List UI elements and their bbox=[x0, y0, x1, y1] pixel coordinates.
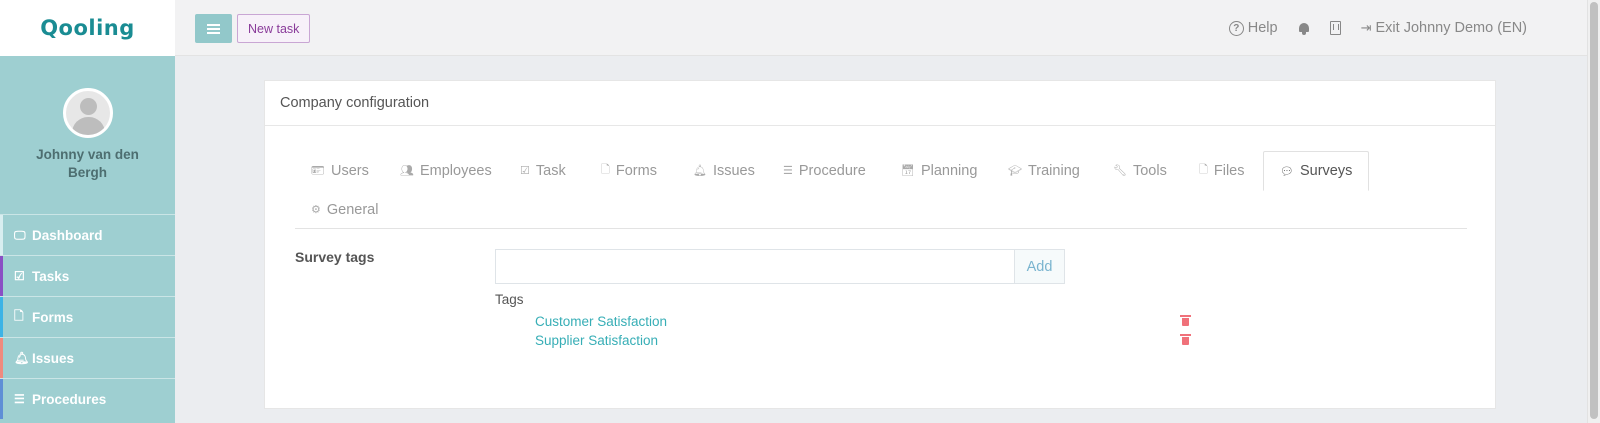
monitor-icon: 🖵 bbox=[14, 227, 26, 242]
calendar-check-icon: 📅︎ bbox=[901, 165, 915, 177]
tab-tools[interactable]: 🔧︎ Tools bbox=[1097, 151, 1183, 190]
trash-icon[interactable] bbox=[1180, 315, 1191, 326]
app-logo[interactable]: Qooling bbox=[40, 16, 135, 40]
users-icon: 👥︎ bbox=[400, 165, 414, 177]
tab-label: Files bbox=[1213, 162, 1245, 179]
list-item: Customer Satisfaction bbox=[535, 312, 1191, 331]
check-square-icon: ☑ bbox=[520, 165, 530, 177]
tab-label: Surveys bbox=[1299, 163, 1353, 179]
list-icon: ☰ bbox=[14, 392, 25, 406]
tab-label: General bbox=[326, 201, 379, 218]
file-icon: 🗋 bbox=[14, 308, 24, 323]
bell-icon: 🔔︎ bbox=[693, 165, 707, 177]
tab-label: Task bbox=[535, 162, 566, 179]
tags-list-label: Tags bbox=[495, 292, 524, 307]
user-name: Johnny van den Bergh bbox=[36, 147, 139, 180]
tag-input-group: Add bbox=[495, 249, 1065, 284]
tag-input[interactable] bbox=[495, 249, 1014, 284]
company-configuration-panel: Company configuration 🪪︎ Users 👥︎ Employ… bbox=[264, 80, 1496, 409]
tab-label: Tools bbox=[1132, 162, 1167, 179]
sidebar-nav: 🖵 Dashboard ☑ Tasks 🗋 Forms 🔔︎ Issues ☰ … bbox=[0, 214, 175, 419]
tab-employees[interactable]: 👥︎ Employees bbox=[384, 151, 508, 190]
tab-procedure[interactable]: ☰ Procedure bbox=[767, 151, 882, 190]
tag-link[interactable]: Customer Satisfaction bbox=[535, 314, 667, 329]
bell-icon: 🔔︎ bbox=[14, 351, 30, 365]
sidebar-item-label: Procedures bbox=[32, 391, 107, 407]
gear-icon: ⚙ bbox=[311, 204, 321, 216]
page-scrollbar[interactable] bbox=[1587, 0, 1600, 423]
survey-tags-label: Survey tags bbox=[295, 249, 375, 265]
tab-label: Planning bbox=[920, 162, 978, 179]
top-bar: New task ? Help ⇥ Exit Johnny Demo (EN) bbox=[175, 0, 1587, 56]
tab-label: Procedure bbox=[798, 162, 866, 179]
tab-surveys[interactable]: 💬︎ Surveys bbox=[1263, 151, 1370, 191]
tab-label: Forms bbox=[615, 162, 657, 179]
sign-out-icon: ⇥ bbox=[1360, 20, 1372, 35]
tab-label: Training bbox=[1027, 162, 1080, 179]
trash-icon[interactable] bbox=[1180, 334, 1191, 345]
user-profile: Johnny van den Bergh bbox=[0, 56, 175, 214]
sidebar-item-forms[interactable]: 🗋 Forms bbox=[0, 296, 175, 337]
sidebar: Qooling Johnny van den Bergh 🖵 Dashboard… bbox=[0, 0, 175, 423]
list-item: Supplier Satisfaction bbox=[535, 331, 1191, 350]
avatar[interactable] bbox=[62, 88, 113, 138]
menu-toggle-button[interactable] bbox=[195, 14, 232, 43]
top-right-actions: ? Help ⇥ Exit Johnny Demo (EN) bbox=[1228, 0, 1527, 56]
tab-training[interactable]: 🎓︎ Training bbox=[992, 151, 1096, 190]
new-task-button[interactable]: New task bbox=[237, 14, 311, 43]
sidebar-item-label: Dashboard bbox=[32, 227, 103, 243]
scrollbar-thumb[interactable] bbox=[1590, 2, 1598, 419]
tab-label: Employees bbox=[419, 162, 492, 179]
sidebar-item-label: Forms bbox=[32, 309, 74, 325]
comment-icon: 💬︎ bbox=[1280, 165, 1294, 178]
exit-demo-link[interactable]: ⇥ Exit Johnny Demo (EN) bbox=[1361, 20, 1527, 36]
help-link[interactable]: ? Help bbox=[1228, 20, 1278, 36]
wrench-icon: 🔧︎ bbox=[1113, 165, 1127, 177]
tab-planning[interactable]: 📅︎ Planning bbox=[885, 151, 993, 190]
graduation-cap-icon: 🎓︎ bbox=[1008, 165, 1022, 177]
tab-label: Issues bbox=[712, 162, 755, 179]
hamburger-icon bbox=[207, 23, 220, 34]
building-icon bbox=[1329, 21, 1341, 35]
question-circle-icon: ? bbox=[1228, 20, 1244, 36]
bell-icon bbox=[1298, 22, 1310, 35]
panel-title: Company configuration bbox=[265, 81, 1495, 126]
tab-general[interactable]: ⚙ General bbox=[295, 190, 394, 229]
tab-files[interactable]: 🗋 Files bbox=[1183, 151, 1260, 190]
sidebar-item-tasks[interactable]: ☑ Tasks bbox=[0, 255, 175, 296]
tab-issues[interactable]: 🔔︎ Issues bbox=[677, 151, 771, 190]
tab-task[interactable]: ☑ Task bbox=[504, 151, 582, 190]
notifications-button[interactable] bbox=[1298, 22, 1310, 35]
sidebar-item-label: Issues bbox=[32, 350, 75, 366]
tab-label: Users bbox=[330, 162, 369, 179]
sidebar-item-procedures[interactable]: ☰ Procedures bbox=[0, 378, 175, 419]
sidebar-item-label: Tasks bbox=[32, 268, 70, 284]
exit-label: Exit Johnny Demo (EN) bbox=[1375, 20, 1528, 36]
logo-area: Qooling bbox=[0, 0, 175, 56]
tab-forms[interactable]: 🗋 Forms bbox=[585, 151, 673, 190]
tag-link[interactable]: Supplier Satisfaction bbox=[535, 333, 658, 348]
sidebar-item-dashboard[interactable]: 🖵 Dashboard bbox=[0, 214, 175, 255]
sidebar-item-issues[interactable]: 🔔︎ Issues bbox=[0, 337, 175, 378]
tab-users[interactable]: 🪪︎ Users bbox=[295, 151, 385, 190]
file-icon: 🗋 bbox=[601, 164, 610, 176]
file-icon: 🗋 bbox=[1199, 164, 1208, 176]
add-tag-button[interactable]: Add bbox=[1014, 249, 1065, 284]
company-button[interactable] bbox=[1329, 21, 1341, 35]
list-icon: ☰ bbox=[783, 165, 793, 177]
id-card-icon: 🪪︎ bbox=[311, 165, 325, 177]
config-tabs: 🪪︎ Users 👥︎ Employees ☑ Task 🗋 Forms 🔔︎ … bbox=[295, 151, 1467, 229]
help-label: Help bbox=[1247, 20, 1278, 36]
check-square-icon: ☑ bbox=[14, 269, 25, 283]
